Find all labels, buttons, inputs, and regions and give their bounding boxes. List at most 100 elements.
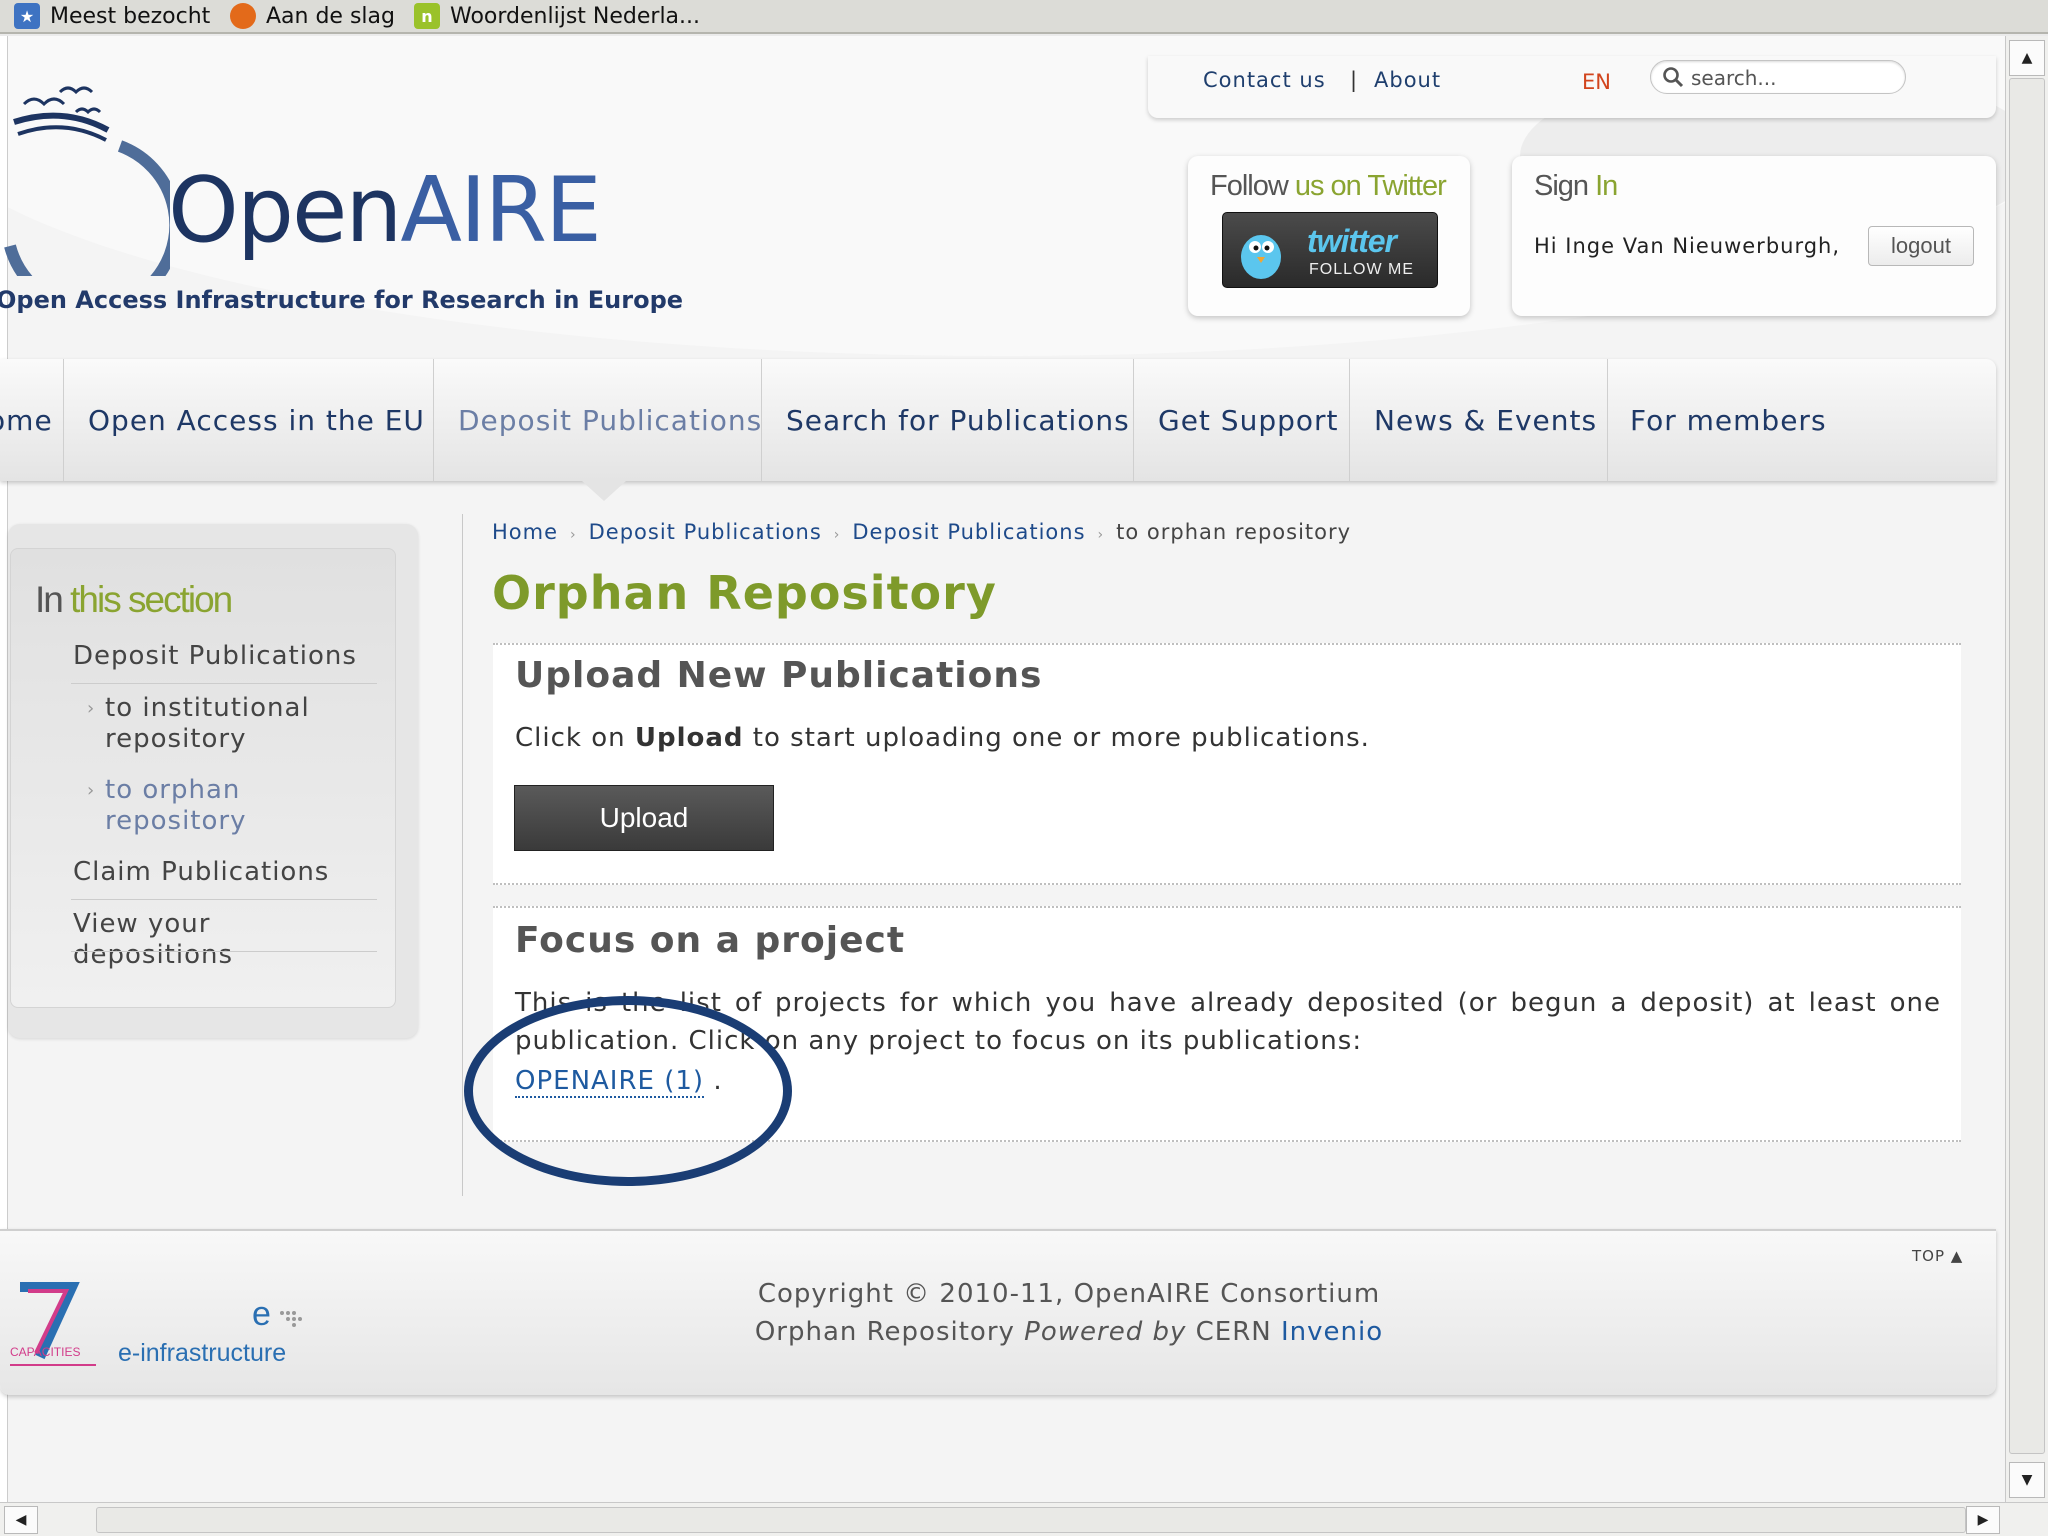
back-to-top-link[interactable]: TOP ▲ [1912,1247,1963,1265]
text-bold: Upload [634,723,744,753]
text-italic: Powered by [1024,1317,1187,1347]
e-infrastructure-label: e-infrastructure [118,1339,287,1367]
nav-item-news-events[interactable]: News & Events [1350,359,1608,481]
upload-section-heading: Upload New Publications [515,655,1043,696]
top-label: TOP [1912,1247,1946,1265]
nav-item-for-members[interactable]: For members [1608,359,1828,481]
link-separator: | [1350,68,1359,92]
scroll-up-icon[interactable]: ▲ [2009,40,2045,76]
scroll-down-icon[interactable]: ▼ [2009,1462,2045,1498]
upload-section: Upload New Publications Click on Upload … [493,643,1961,885]
bookmark-label: Meest bezocht [50,3,211,29]
sidebar-item-view-depositions[interactable]: View your depositions [73,909,273,971]
user-greeting: Hi Inge Van Nieuwerburgh, [1534,234,1841,258]
bookmarks-toolbar: ★ Meest bezocht Aan de slag n Woordenlij… [0,0,2048,34]
scroll-right-icon[interactable]: ▶ [1966,1506,2000,1534]
arrow-up-icon: ▲ [1950,1247,1964,1265]
sidebar-item-orphan-repository[interactable]: › to orphan repository [87,775,305,837]
bookmark-woordenlijst[interactable]: n Woordenlijst Nederla... [414,0,700,32]
page-title: Orphan Repository [492,566,997,620]
nav-item-deposit-publications[interactable]: Deposit Publications [434,359,762,481]
sidebar-divider [71,683,377,684]
title-accent: us on Twitter [1294,170,1447,202]
main-navigation: Home Open Access in the EU Deposit Publi… [0,359,1996,481]
logo-open-text: Open [168,158,402,263]
sidebar-item-claim-publications[interactable]: Claim Publications [73,857,329,888]
title-accent: this section [70,579,233,620]
signin-panel-title: Sign In [1534,170,1618,203]
nav-item-home[interactable]: Home [0,359,64,481]
nav-item-open-access-eu[interactable]: Open Access in the EU [64,359,434,481]
title-part: Sign [1534,170,1596,202]
contact-us-link[interactable]: Contact us [1203,68,1326,92]
search-input[interactable] [1691,66,1891,90]
nav-label: Home [0,403,53,437]
breadcrumb-home[interactable]: Home [492,520,558,544]
breadcrumb: Home › Deposit Publications › Deposit Public… [492,520,1351,544]
nav-label: Deposit Publications [458,403,763,437]
firefox-icon [230,3,256,29]
breadcrumb-current: to orphan repository [1116,520,1352,544]
logout-button[interactable]: logout [1868,226,1974,266]
sidebar-item-label: to institutional repository [105,693,310,754]
invenio-link[interactable]: Invenio [1281,1317,1383,1347]
nav-item-get-support[interactable]: Get Support [1134,359,1350,481]
title-accent: In [1595,170,1618,202]
sidebar-divider [71,951,377,952]
sidebar-item-deposit-publications[interactable]: Deposit Publications [73,641,357,672]
sidebar-divider [71,899,377,900]
breadcrumb-deposit-publications[interactable]: Deposit Publications [589,520,822,544]
fp7-capacities-logo[interactable]: CAPACITIES [10,1277,96,1373]
vertical-scrollbar[interactable]: ▲ ▼ [2005,36,2048,1502]
bookmark-getting-started[interactable]: Aan de slag [230,0,395,32]
focus-section-heading: Focus on a project [515,920,906,961]
nl-icon: n [414,3,440,29]
nav-label: Get Support [1158,403,1339,437]
page-footer: TOP ▲ Copyright © 2010-11, OpenAIRE Cons… [0,1229,1996,1395]
search-box[interactable] [1650,60,1906,94]
sidebar-item-label: to orphan repository [105,775,247,836]
upload-button[interactable]: Upload [514,785,774,851]
openaire-logo[interactable]: OpenAIRE Open Access Infrastructure for … [0,56,683,326]
text-part: Click on [515,723,635,753]
about-link[interactable]: About [1374,68,1441,92]
language-selector[interactable]: EN [1582,70,1611,94]
nav-item-search-publications[interactable]: Search for Publications [762,359,1134,481]
title-part: Follow [1210,170,1295,202]
signin-panel: Sign In Hi Inge Van Nieuwerburgh, logout [1512,156,1996,316]
horizontal-scroll-thumb[interactable] [96,1507,1966,1533]
annotation-circle [464,996,792,1186]
logo-tagline: Open Access Infrastructure for Research … [0,286,684,314]
title-part: In [35,579,71,620]
chevron-right-icon: › [87,698,96,719]
e-infrastructure-logo[interactable]: e e-infrastructure [118,1289,318,1375]
breadcrumb-deposit-publications-2[interactable]: Deposit Publications [852,520,1085,544]
breadcrumb-separator-icon: › [833,527,841,543]
scroll-left-icon[interactable]: ◀ [4,1506,38,1534]
text-part: Orphan Repository [754,1317,1025,1347]
search-icon [1663,67,1684,88]
logo-mark [4,86,170,276]
upload-instructions: Click on Upload to start uploading one o… [515,719,1370,757]
breadcrumb-separator-icon: › [1097,527,1105,543]
twitter-panel-title: Follow us on Twitter [1210,170,1447,203]
svg-text:e: e [252,1295,271,1333]
follow-me-label: FOLLOW ME [1309,261,1415,278]
content-divider [462,514,463,1196]
nav-label: Open Access in the EU [88,403,425,437]
vertical-scroll-thumb[interactable] [2009,78,2045,1454]
bookmark-icon: ★ [14,3,40,29]
bookmark-most-visited[interactable]: ★ Meest bezocht [14,0,210,32]
twitter-bird-icon [1241,235,1281,279]
bookmark-label: Aan de slag [266,3,395,29]
sidebar-title: In this section [35,579,233,621]
twitter-wordmark: twitter [1307,223,1397,259]
sidebar-item-institutional-repository[interactable]: › to institutional repository [87,693,365,755]
twitter-follow-button[interactable]: twitter FOLLOW ME [1222,212,1438,288]
horizontal-scrollbar[interactable]: ◀ ▶ [0,1502,2048,1536]
nav-label: For members [1630,403,1827,437]
text-part: to start uploading one or more publicati… [743,723,1370,753]
sidebar: In this section Deposit Publications › t… [10,548,396,1008]
logo-wordmark: OpenAIRE [168,158,602,263]
bookmark-label: Woordenlijst Nederla... [450,3,701,29]
